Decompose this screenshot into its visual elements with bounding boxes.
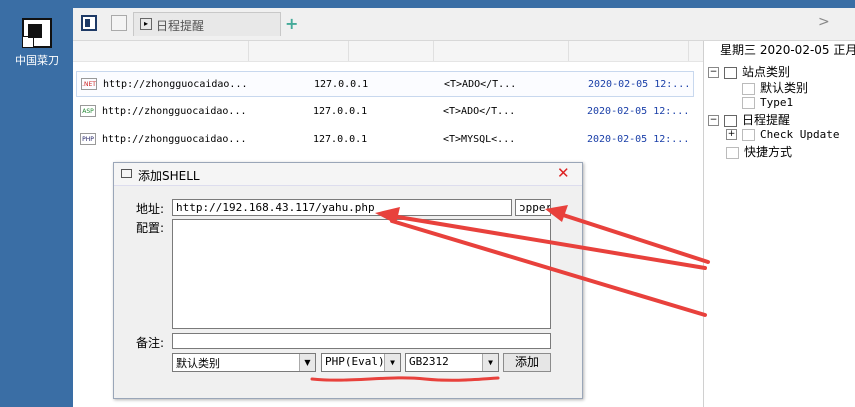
asp-file-icon: ASP bbox=[80, 105, 96, 117]
note-input[interactable] bbox=[172, 333, 551, 349]
row-url: http://zhongguocaidao... bbox=[102, 134, 247, 145]
chevron-down-icon[interactable]: ▼ bbox=[299, 354, 315, 371]
row-time: 2020-02-05 12:... bbox=[587, 134, 690, 145]
script-type-select[interactable]: PHP(Eval) ▼ bbox=[321, 353, 401, 372]
tab-bar: ▸ 日程提醒 + > bbox=[73, 8, 855, 41]
chevron-down-icon[interactable]: ▼ bbox=[482, 354, 498, 371]
expand-icon[interactable]: + bbox=[726, 129, 737, 140]
folder-icon bbox=[724, 66, 737, 79]
table-row[interactable]: ASP http://zhongguocaidao... 127.0.0.1 <… bbox=[76, 99, 694, 125]
row-config: <T>MYSQL<... bbox=[443, 134, 516, 145]
category-select[interactable]: 默认类别 ▼ bbox=[172, 353, 316, 372]
add-shell-dialog: 添加SHELL ✕ 地址: http://192.168.43.117/yahu… bbox=[113, 162, 583, 399]
table-row[interactable]: .NET http://zhongguocaidao... 127.0.0.1 … bbox=[76, 71, 694, 97]
tree-item-schedule[interactable]: − 日程提醒 bbox=[708, 111, 790, 128]
dialog-titlebar[interactable]: 添加SHELL ✕ bbox=[114, 163, 582, 186]
dialog-title: 添加SHELL bbox=[138, 169, 200, 183]
page-icon bbox=[742, 96, 755, 109]
desktop-shortcut-label: 中国菜刀 bbox=[15, 54, 59, 67]
tree-item-default-category[interactable]: 默认类别 bbox=[742, 79, 808, 96]
tab-label: 日程提醒 bbox=[156, 19, 205, 33]
desktop-shortcut[interactable]: ↗ 中国菜刀 bbox=[10, 18, 64, 68]
note-label: 备注: bbox=[136, 336, 165, 350]
tab-schedule[interactable]: ▸ 日程提醒 bbox=[133, 12, 281, 36]
close-icon[interactable]: ✕ bbox=[557, 164, 570, 182]
window-list-icon[interactable] bbox=[81, 15, 97, 31]
row-config: <T>ADO</T... bbox=[444, 79, 517, 90]
encoding-select[interactable]: GB2312 ▼ bbox=[405, 353, 499, 372]
collapse-icon[interactable]: − bbox=[708, 115, 719, 126]
tree-item-check-update[interactable]: + Check Update bbox=[726, 127, 839, 141]
window-icon bbox=[121, 169, 132, 178]
blank-page-icon[interactable] bbox=[111, 15, 127, 31]
php-file-icon: PHP bbox=[80, 133, 96, 145]
row-url: http://zhongguocaidao... bbox=[103, 79, 248, 90]
row-ip: 127.0.0.1 bbox=[314, 79, 369, 90]
add-button[interactable]: 添加 bbox=[503, 353, 551, 372]
sidebar: 星期三 2020-02-05 正月 − 站点类别 默认类别 Type1 − 日程提醒… bbox=[703, 41, 855, 407]
tree-item-site-categories[interactable]: − 站点类别 bbox=[708, 63, 790, 80]
row-time: 2020-02-05 12:... bbox=[588, 79, 691, 90]
shortcut-icon bbox=[726, 146, 739, 159]
config-label: 配置: bbox=[136, 221, 165, 235]
config-textarea[interactable] bbox=[172, 219, 551, 329]
collapse-icon[interactable]: − bbox=[708, 67, 719, 78]
calendar-icon: ▸ bbox=[140, 18, 152, 30]
row-config: <T>ADO</T... bbox=[443, 106, 516, 117]
password-input[interactable]: ɔpper bbox=[515, 199, 551, 216]
tree-item-type1[interactable]: Type1 bbox=[742, 95, 793, 109]
add-tab-icon[interactable]: + bbox=[285, 14, 298, 33]
dotnet-file-icon: .NET bbox=[81, 78, 97, 90]
tree-item-shortcuts[interactable]: 快捷方式 bbox=[726, 143, 792, 160]
chevron-right-icon[interactable]: > bbox=[818, 14, 830, 30]
table-row[interactable]: PHP http://zhongguocaidao... 127.0.0.1 <… bbox=[76, 127, 694, 153]
row-url: http://zhongguocaidao... bbox=[102, 106, 247, 117]
address-input[interactable]: http://192.168.43.117/yahu.php bbox=[172, 199, 512, 216]
page-icon bbox=[742, 82, 755, 95]
calendar-icon bbox=[724, 114, 737, 127]
row-ip: 127.0.0.1 bbox=[313, 106, 368, 117]
date-display: 星期三 2020-02-05 正月 bbox=[720, 43, 855, 57]
page-icon bbox=[742, 128, 755, 141]
chevron-down-icon[interactable]: ▼ bbox=[384, 354, 400, 371]
address-label: 地址: bbox=[136, 202, 165, 216]
app-shortcut-icon: ↗ bbox=[22, 18, 52, 48]
list-header bbox=[73, 41, 703, 62]
row-time: 2020-02-05 12:... bbox=[587, 106, 690, 117]
row-ip: 127.0.0.1 bbox=[313, 134, 368, 145]
